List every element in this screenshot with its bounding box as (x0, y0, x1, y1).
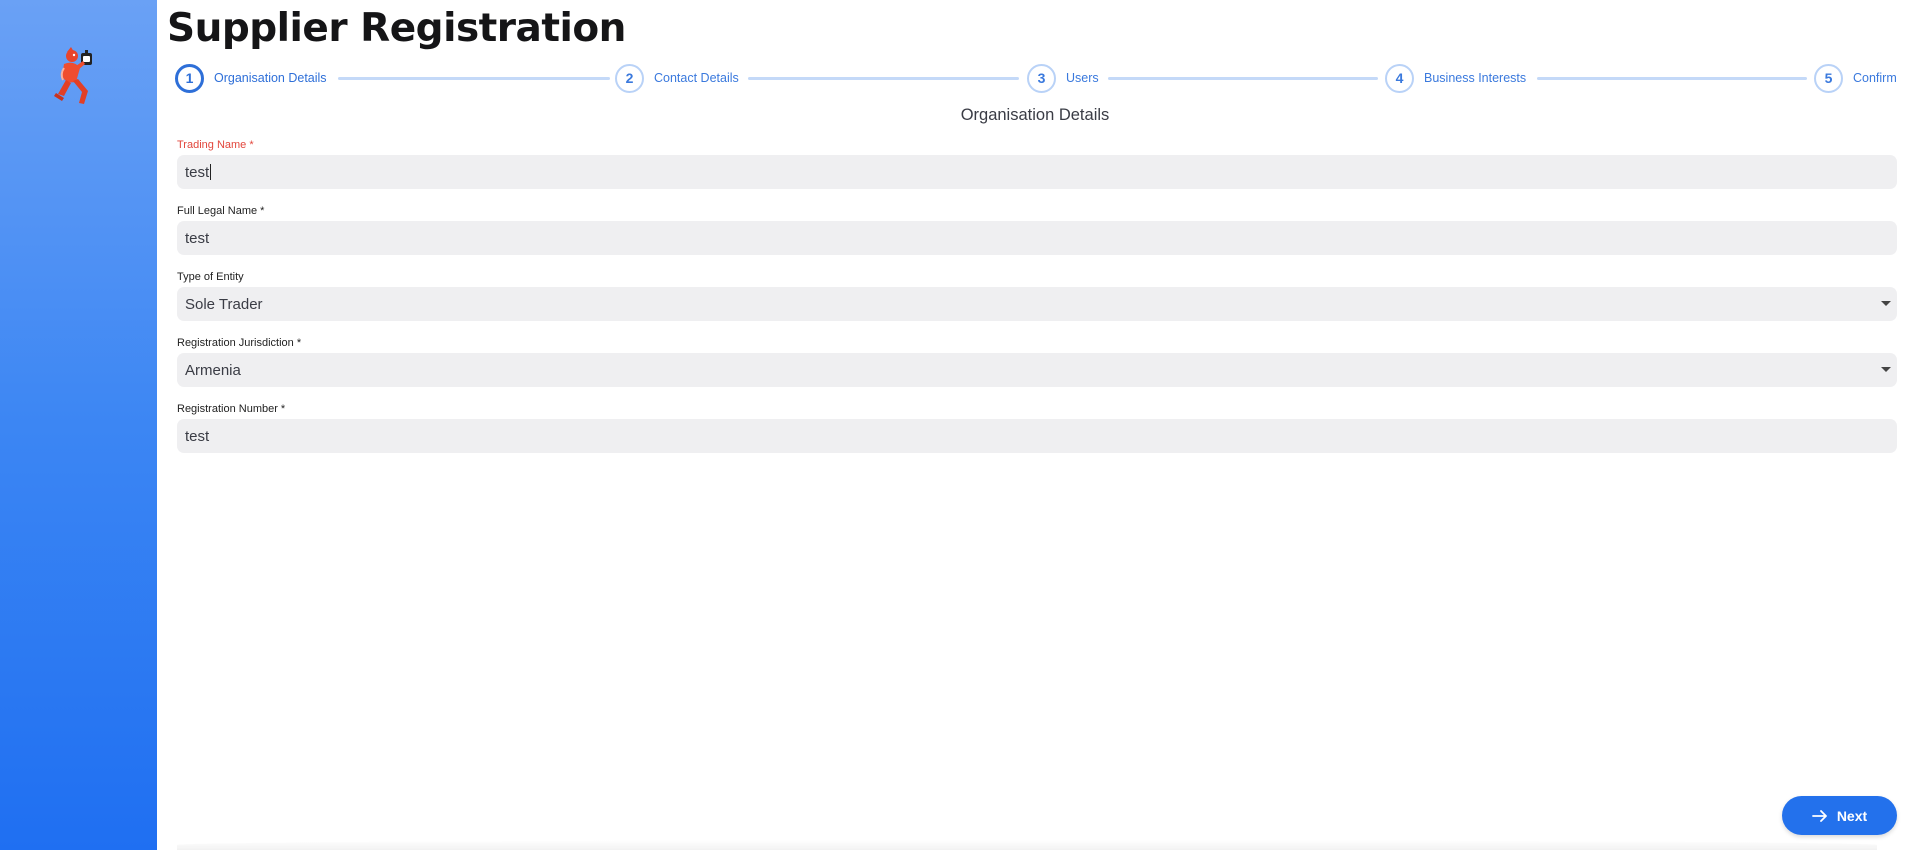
step-label: Contact Details (654, 71, 739, 85)
chevron-down-icon (1881, 367, 1891, 372)
step-number: 1 (175, 63, 204, 93)
registration-number-field: Registration Number * test (177, 402, 1897, 453)
jurisdiction-field: Registration Jurisdiction * Armenia (177, 336, 1897, 387)
step-number: 4 (1385, 63, 1414, 93)
step-number: 2 (615, 63, 644, 93)
sidebar (0, 0, 157, 850)
jurisdiction-select[interactable]: Armenia (177, 353, 1897, 387)
next-button[interactable]: Next (1782, 796, 1897, 835)
step-label: Organisation Details (214, 71, 327, 85)
entity-type-value: Sole Trader (185, 295, 263, 313)
registration-number-label: Registration Number * (177, 403, 286, 415)
text-cursor (210, 164, 212, 180)
step-organisation-details[interactable]: 1 Organisation Details (175, 63, 327, 93)
entity-type-field: Type of Entity Sole Trader (177, 270, 1897, 321)
main-content: Supplier Registration 1 Organisation Det… (157, 0, 1913, 850)
page-title: Supplier Registration (167, 6, 626, 51)
full-legal-name-label: Full Legal Name * (177, 205, 265, 217)
step-label: Business Interests (1424, 71, 1527, 85)
registration-number-value: test (185, 427, 210, 445)
registration-stepper: 1 Organisation Details 2 Contact Details… (175, 63, 1911, 93)
step-business-interests[interactable]: 4 Business Interests (1385, 63, 1526, 93)
step-users[interactable]: 3 Users (1027, 63, 1099, 93)
trading-name-value: test (185, 163, 210, 181)
arrow-right-icon (1811, 809, 1827, 822)
step-number: 5 (1814, 63, 1843, 93)
jurisdiction-label: Registration Jurisdiction * (177, 337, 302, 349)
full-legal-name-field: Full Legal Name * test (177, 204, 1897, 255)
entity-type-select[interactable]: Sole Trader (177, 287, 1897, 321)
full-legal-name-input[interactable]: test (177, 221, 1897, 255)
entity-type-label: Type of Entity (177, 271, 244, 283)
step-label: Confirm (1853, 71, 1897, 85)
trading-name-field: Trading Name * test (177, 138, 1897, 189)
step-label: Users (1066, 71, 1099, 85)
step-connector (338, 77, 610, 80)
step-number: 3 (1027, 63, 1056, 93)
step-connector (1108, 77, 1378, 80)
trading-name-label: Trading Name * (177, 139, 254, 151)
step-confirm[interactable]: 5 Confirm (1814, 63, 1897, 93)
step-connector (1537, 77, 1807, 80)
chevron-down-icon (1881, 301, 1891, 306)
mascot-logo (54, 47, 92, 104)
trading-name-input[interactable]: test (177, 155, 1897, 189)
section-title: Organisation Details (960, 106, 1110, 124)
footer-shadow (177, 840, 1877, 850)
full-legal-name-value: test (185, 229, 210, 247)
jurisdiction-value: Armenia (185, 361, 241, 379)
next-button-label: Next (1836, 807, 1868, 824)
step-contact-details[interactable]: 2 Contact Details (615, 63, 739, 93)
step-connector (748, 77, 1019, 80)
registration-number-input[interactable]: test (177, 419, 1897, 453)
